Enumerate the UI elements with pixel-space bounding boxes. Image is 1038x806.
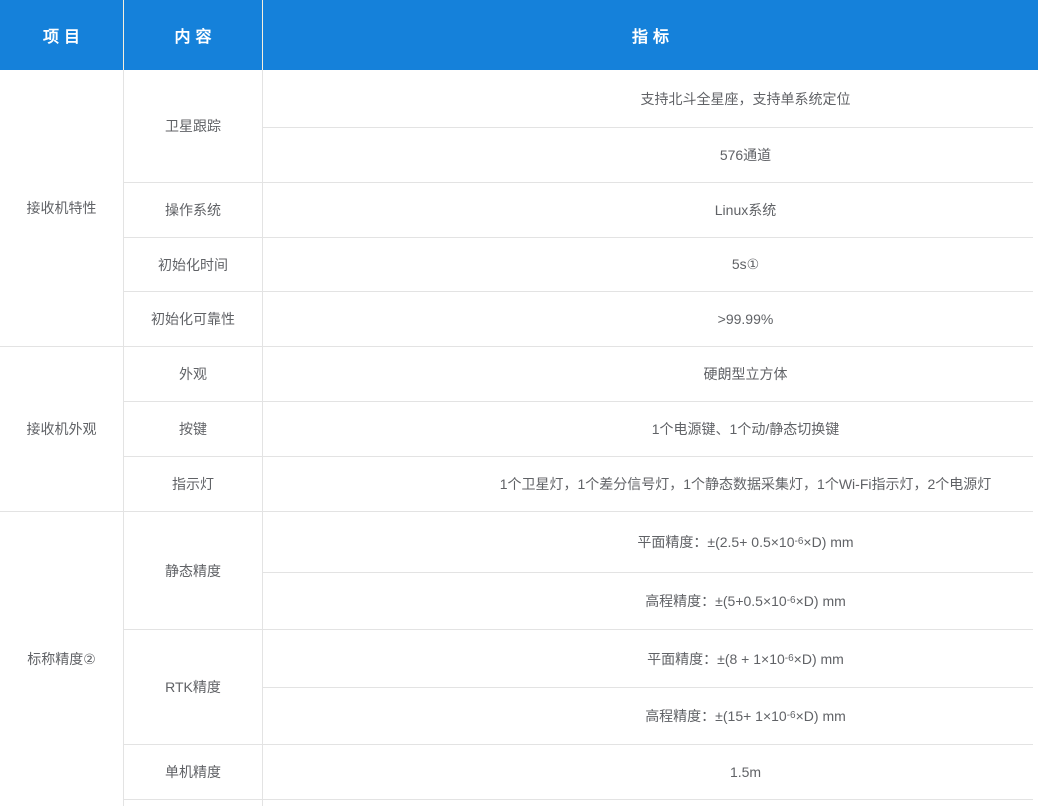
section-cell-receiver-appearance: 接收机外观: [0, 347, 124, 512]
spec-cell-appearance: 硬朗型立方体: [263, 347, 1033, 402]
item-cell-static-accuracy: 静态精度: [124, 512, 263, 630]
item-cell-cutoff: [124, 800, 263, 806]
header-col-spec: 指标: [263, 0, 1038, 70]
spec-cell-rtk-plane: 平面精度：±(8 + 1×10-6×D) mm: [263, 630, 1033, 688]
spec-cell-cutoff: [263, 800, 1033, 806]
spec-cell-init-time: 5s①: [263, 238, 1033, 292]
spec-cell-static-height: 高程精度：±(5+0.5×10-6×D) mm: [263, 573, 1033, 630]
item-cell-standalone-accuracy: 单机精度: [124, 745, 263, 800]
item-cell-appearance: 外观: [124, 347, 263, 402]
item-cell-init-reliability: 初始化可靠性: [124, 292, 263, 347]
table-header-row: 项目 内容 指标: [0, 0, 1038, 70]
spec-table: 项目 内容 指标 接收机特性 接收机外观 标称精度② 卫星跟踪 操作系统 初始化…: [0, 0, 1038, 806]
spec-cell-channels: 576通道: [263, 128, 1033, 183]
spec-cell-os: Linux系统: [263, 183, 1033, 238]
item-cell-satellite-tracking: 卫星跟踪: [124, 70, 263, 183]
item-cell-init-time: 初始化时间: [124, 238, 263, 292]
spec-cell-constellations: 支持北斗全星座，支持单系统定位: [263, 70, 1033, 128]
spec-cell-rtk-height: 高程精度：±(15+ 1×10-6×D) mm: [263, 688, 1033, 745]
item-cell-operating-system: 操作系统: [124, 183, 263, 238]
item-cell-rtk-accuracy: RTK精度: [124, 630, 263, 745]
item-cell-indicator-lights: 指示灯: [124, 457, 263, 512]
spec-cell-static-plane: 平面精度：±(2.5+ 0.5×10-6×D) mm: [263, 512, 1033, 573]
spec-cell-indicator-lights: 1个卫星灯，1个差分信号灯，1个静态数据采集灯，1个Wi-Fi指示灯，2个电源灯: [263, 457, 1033, 512]
header-col-content: 内容: [124, 0, 263, 70]
section-cell-nominal-accuracy: 标称精度②: [0, 512, 124, 806]
section-cell-receiver-features: 接收机特性: [0, 70, 124, 347]
spec-cell-buttons: 1个电源键、1个动/静态切换键: [263, 402, 1033, 457]
header-col-item: 项目: [0, 0, 124, 70]
table-body: 接收机特性 接收机外观 标称精度② 卫星跟踪 操作系统 初始化时间 初始化可靠性…: [0, 70, 1033, 806]
spec-cell-standalone: 1.5m: [263, 745, 1033, 800]
item-cell-buttons: 按键: [124, 402, 263, 457]
spec-cell-init-reliability: >99.99%: [263, 292, 1033, 347]
